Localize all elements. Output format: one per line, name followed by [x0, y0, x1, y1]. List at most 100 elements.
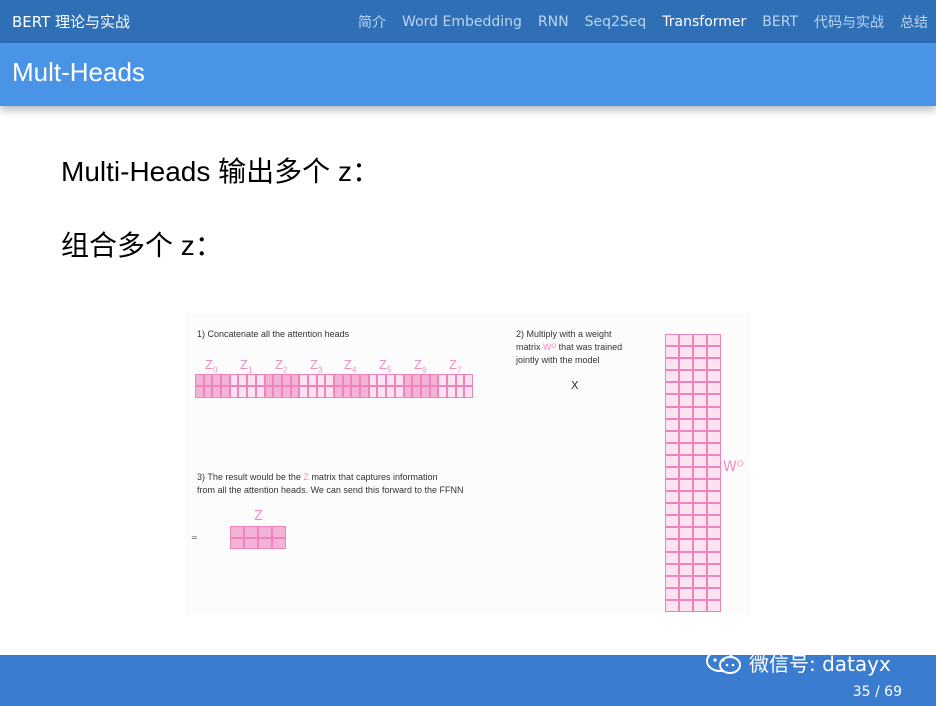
nav-link-intro[interactable]: 简介: [358, 12, 386, 32]
z-label-5: Z5: [379, 357, 392, 375]
matrix-cell: [693, 382, 707, 395]
matrix-cell: [351, 374, 361, 386]
nav-link-seq2seq[interactable]: Seq2Seq: [585, 14, 647, 30]
nav-link-rnn[interactable]: RNN: [538, 14, 569, 30]
matrix-cell: [707, 454, 721, 467]
slide-title: Mult-Heads: [12, 57, 145, 87]
matrix-cell: [665, 430, 679, 443]
matrix-cell: [244, 526, 258, 538]
matrix-cell: [665, 575, 679, 588]
matrix-cell: [693, 346, 707, 359]
matrix-cell: [679, 430, 693, 443]
page-number: 35 / 69: [852, 684, 902, 700]
matrix-cell: [334, 374, 343, 386]
matrix-cell: [707, 491, 721, 504]
brand-title[interactable]: BERT 理论与实战: [12, 0, 130, 43]
matrix-cell: [707, 442, 721, 455]
slide-line-multi-heads: Multi-Heads 输出多个 z：: [61, 156, 380, 187]
matrix-cell: [377, 374, 387, 386]
matrix-cell: [360, 386, 369, 398]
matrix-cell: [403, 374, 413, 386]
z-result-label: Z: [254, 509, 263, 524]
matrix-cell: [203, 386, 213, 398]
matrix-cell: [665, 503, 679, 516]
matrix-cell: [665, 599, 679, 612]
matrix-cell: [693, 370, 707, 383]
top-navbar: BERT 理论与实战 简介 Word Embedding RNN Seq2Seq…: [0, 0, 936, 43]
nav-link-summary[interactable]: 总结: [900, 12, 928, 32]
nav-link-bert[interactable]: BERT: [762, 14, 798, 30]
z-label-3: Z3: [310, 357, 323, 375]
matrix-cell: [360, 374, 369, 386]
matrix-cell: [707, 563, 721, 576]
matrix-cell: [693, 503, 707, 516]
matrix-cell: [368, 386, 378, 398]
matrix-cell: [679, 418, 693, 431]
matrix-cell: [693, 418, 707, 431]
matrix-cell: [438, 386, 447, 398]
matrix-cell: [693, 406, 707, 419]
matrix-cell: [258, 526, 272, 538]
matrix-cell: [679, 539, 693, 552]
wo-weight-matrix: [665, 334, 721, 612]
nav-link-transformer[interactable]: Transformer: [662, 14, 746, 30]
matrix-cell: [290, 374, 300, 386]
matrix-cell: [665, 479, 679, 492]
nav-link-word-embedding[interactable]: Word Embedding: [402, 14, 522, 30]
matrix-cell: [665, 382, 679, 395]
matrix-cell: [195, 374, 204, 386]
matrix-cell: [273, 374, 282, 386]
matrix-cell: [679, 346, 693, 359]
nav-link-code-practice[interactable]: 代码与实战: [814, 12, 884, 32]
matrix-cell: [281, 374, 291, 386]
matrix-cell: [665, 442, 679, 455]
matrix-cell: [707, 575, 721, 588]
matrix-cell: [693, 575, 707, 588]
matrix-cell: [203, 374, 213, 386]
matrix-cell: [412, 374, 421, 386]
matrix-cell: [464, 386, 473, 398]
matrix-cell: [707, 418, 721, 431]
matrix-cell: [272, 537, 286, 549]
matrix-cell: [665, 587, 679, 600]
matrix-cell: [307, 374, 317, 386]
matrix-cell: [229, 386, 239, 398]
matrix-cell: [693, 539, 707, 552]
matrix-cell: [342, 386, 352, 398]
matrix-cell: [693, 442, 707, 455]
matrix-cell: [707, 479, 721, 492]
matrix-cell: [707, 503, 721, 516]
matrix-cell: [429, 386, 439, 398]
matrix-cell: [707, 370, 721, 383]
matrix-cell: [679, 479, 693, 492]
z-label-1: Z1: [240, 357, 253, 375]
matrix-cell: [244, 537, 258, 549]
multiply-operator: X: [571, 379, 579, 392]
matrix-cell: [446, 374, 456, 386]
matrix-cell: [420, 386, 430, 398]
nav-links: 简介 Word Embedding RNN Seq2Seq Transforme…: [358, 0, 928, 43]
matrix-cell: [247, 386, 256, 398]
matrix-cell: [693, 430, 707, 443]
wechat-id-text: 微信号: datayx: [749, 651, 891, 676]
matrix-cell: [665, 370, 679, 383]
matrix-cell: [281, 386, 291, 398]
equals-sign: =: [191, 533, 198, 542]
matrix-cell: [665, 563, 679, 576]
matrix-cell: [438, 374, 447, 386]
matrix-cell: [455, 386, 465, 398]
z-label-6: Z6: [414, 357, 427, 375]
z-result-matrix: [230, 526, 286, 549]
z-label-0: Z0: [205, 357, 218, 375]
z-head-labels: Z0 Z1 Z2 Z3 Z4 Z5 Z6 Z7: [203, 357, 463, 375]
matrix-cell: [707, 466, 721, 480]
matrix-cell: [230, 537, 244, 549]
matrix-cell: [679, 503, 693, 516]
matrix-cell: [665, 418, 679, 431]
matrix-cell: [272, 526, 286, 538]
matrix-cell: [665, 466, 679, 480]
matrix-cell: [693, 358, 707, 371]
matrix-cell: [693, 515, 707, 528]
matrix-cell: [665, 346, 679, 359]
matrix-cell: [238, 386, 248, 398]
